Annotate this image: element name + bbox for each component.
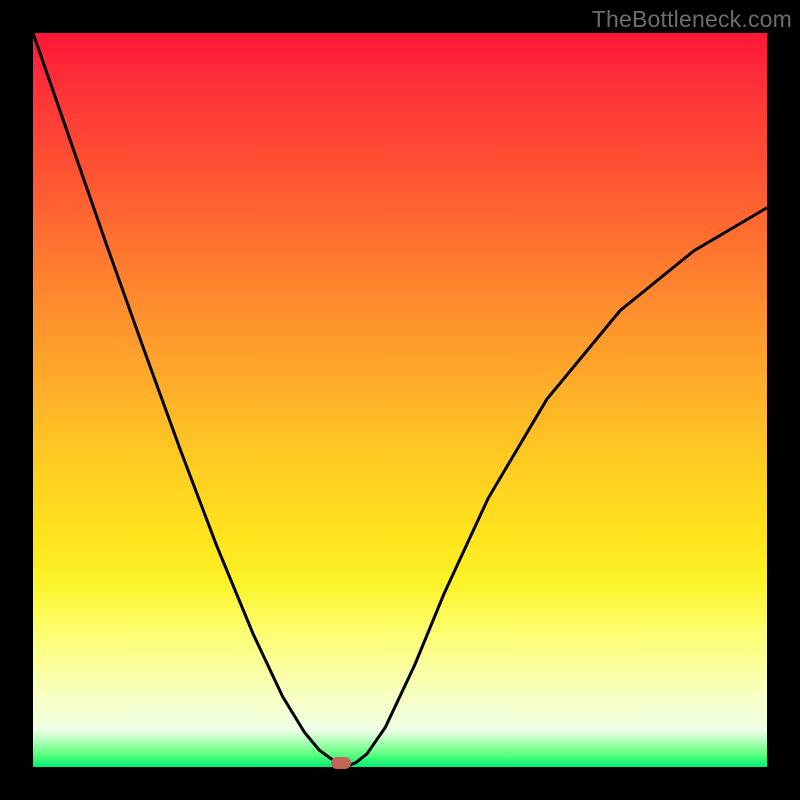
chart-svg: [33, 33, 767, 767]
minimum-marker: [331, 757, 351, 769]
chart-frame: TheBottleneck.com: [0, 0, 800, 800]
watermark-text: TheBottleneck.com: [592, 6, 792, 33]
curve-line: [33, 33, 767, 766]
